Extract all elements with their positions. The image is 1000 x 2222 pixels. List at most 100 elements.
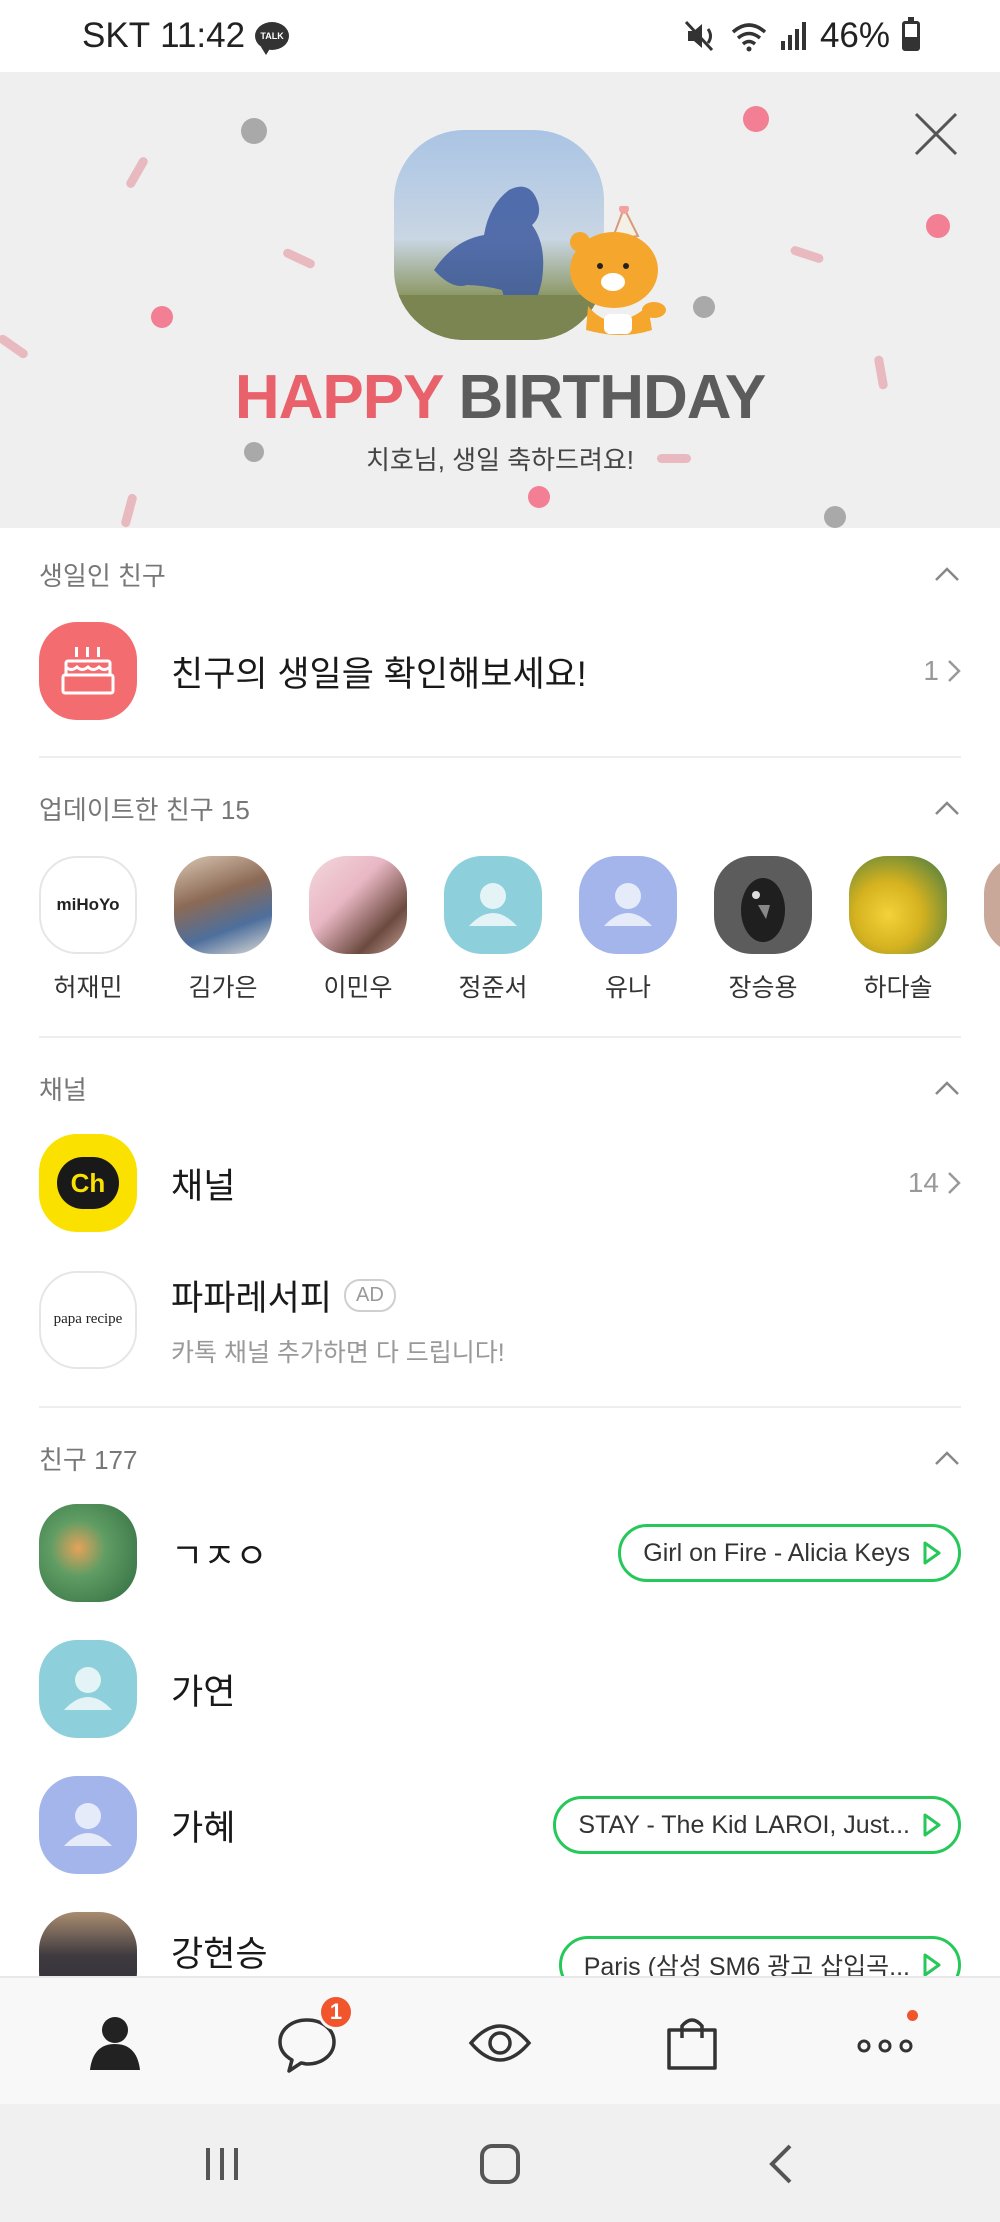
tab-view[interactable] [465, 2008, 535, 2078]
birthday-count: 1 [923, 655, 961, 687]
ad-channel-row[interactable]: papa recipe 파파레서피 AD 카톡 채널 추가하면 다 드립니다! [39, 1270, 961, 1369]
chevron-right-icon [948, 1172, 961, 1194]
title-birthday: BIRTHDAY [458, 363, 767, 432]
back-icon[interactable] [760, 2142, 804, 2186]
play-icon [923, 1813, 941, 1837]
updated-friend-item[interactable]: 정준서 [444, 856, 542, 1004]
friend-name: 가연 [171, 1672, 236, 1712]
tab-chats[interactable]: 1 [272, 1994, 354, 2078]
tab-friends[interactable] [80, 2008, 150, 2078]
chevron-up-icon[interactable] [933, 1449, 961, 1467]
friend-avatar [849, 856, 947, 954]
talk-label: TALK [260, 31, 284, 41]
confetti-stripe [124, 155, 150, 190]
friend-name: 정준서 [458, 974, 528, 1002]
birthday-cake-avatar [39, 622, 137, 720]
section-divider [39, 1406, 961, 1408]
birthday-subtitle: 치호님, 생일 축하드려요! [365, 445, 635, 475]
updated-friend-item[interactable]: 장승용 [714, 856, 812, 1004]
close-icon[interactable] [906, 104, 966, 164]
updated-friends-strip[interactable]: miHoYo 허재민 김가은 이민우 정준서 유나 장승용 하다솔 [39, 856, 1000, 1006]
status-left: SKT 11:42 TALK [82, 16, 290, 56]
status-right: 46% [684, 16, 920, 56]
friend-avatar [309, 856, 407, 954]
confetti-stripe [789, 244, 825, 265]
friend-row[interactable]: ㄱㅈㅇ Girl on Fire - Alicia Keys [39, 1504, 961, 1602]
friend-name: 김가은 [188, 974, 258, 1002]
friend-row[interactable]: 가연 [39, 1640, 961, 1738]
friend-avatar [174, 856, 272, 954]
clock-text: 11:42 [160, 16, 246, 55]
music-title: STAY - The Kid LAROI, Just... [578, 1810, 910, 1839]
ad-channel-name: 파파레서피 [171, 1279, 333, 1318]
confetti-dot [824, 506, 846, 528]
friend-name: 허재민 [53, 974, 123, 1002]
tab-shopping[interactable] [657, 2008, 727, 2078]
system-navigation-bar [0, 2104, 1000, 2222]
confetti-dot [151, 306, 173, 328]
signal-icon [780, 22, 806, 50]
play-icon [923, 1953, 941, 1977]
battery-level-fill [905, 36, 917, 48]
friend-name: 장승용 [728, 974, 798, 1002]
chevron-up-icon[interactable] [933, 799, 961, 817]
friend-avatar [714, 856, 812, 954]
updated-friend-item[interactable]: 하다솔 [849, 856, 947, 1004]
default-avatar-icon [444, 856, 542, 954]
friend-name: 가혜 [171, 1808, 236, 1848]
home-icon[interactable] [478, 2142, 522, 2186]
channel-section-header[interactable]: 채널 [39, 1068, 961, 1108]
chevron-up-icon[interactable] [933, 1079, 961, 1097]
friend-row[interactable]: 가혜 STAY - The Kid LAROI, Just... [39, 1776, 961, 1874]
channel-count: 14 [908, 1167, 961, 1199]
ad-badge: AD [344, 1279, 396, 1312]
birthday-count-value: 1 [923, 655, 939, 686]
birthday-row[interactable]: 친구의 생일을 확인해보세요! 1 [39, 622, 961, 720]
profile-music-button[interactable]: STAY - The Kid LAROI, Just... [553, 1796, 961, 1854]
updated-friend-item[interactable]: 유나 [579, 856, 677, 1004]
confetti-dot [693, 296, 715, 318]
updated-friend-item[interactable] [984, 856, 1000, 954]
tab-more[interactable] [850, 2008, 920, 2078]
mihoyo-logo-text: miHoYo [56, 895, 120, 914]
section-divider [39, 1036, 961, 1038]
shopping-bag-icon [667, 2018, 717, 2070]
section-title: 친구 177 [39, 1444, 138, 1475]
confetti-stripe [0, 333, 30, 360]
birthday-banner[interactable]: HAPPY BIRTHDAY 치호님, 생일 축하드려요! [0, 72, 1000, 528]
unread-badge: 1 [318, 1994, 354, 2030]
channel-logo-icon: Ch [57, 1157, 119, 1209]
play-icon [923, 1541, 941, 1565]
channel-avatar: Ch [39, 1134, 137, 1232]
happy-birthday-title: HAPPY BIRTHDAY [0, 362, 1000, 433]
friend-name: 유나 [604, 974, 651, 1002]
battery-icon [902, 17, 920, 51]
cake-icon [61, 647, 115, 695]
updated-section-header[interactable]: 업데이트한 친구 15 [39, 788, 961, 828]
confetti-stripe [120, 492, 138, 528]
ryan-character-icon [570, 206, 666, 335]
channel-count-value: 14 [907, 1167, 939, 1198]
section-title: 업데이트한 친구 15 [39, 794, 250, 825]
birthday-section-header[interactable]: 생일인 친구 [39, 554, 961, 594]
music-title: Girl on Fire - Alicia Keys [643, 1538, 910, 1567]
updated-friend-item[interactable]: 김가은 [174, 856, 272, 1004]
section-title: 채널 [39, 1074, 87, 1105]
birthday-row-label: 친구의 생일을 확인해보세요! [171, 654, 587, 694]
confetti-dot [528, 486, 550, 508]
updated-friend-item[interactable]: miHoYo 허재민 [39, 856, 137, 1004]
recent-apps-icon[interactable] [200, 2142, 244, 2186]
chevron-right-icon [948, 660, 961, 682]
papa-recipe-logo-text: papa recipe [53, 1311, 123, 1327]
channel-logo-text: Ch [70, 1167, 106, 1198]
section-divider [39, 756, 961, 758]
updated-friend-item[interactable]: 이민우 [309, 856, 407, 1004]
profile-music-button[interactable]: Girl on Fire - Alicia Keys [618, 1524, 961, 1582]
ad-title-line: 파파레서피 AD [171, 1270, 505, 1321]
chevron-up-icon[interactable] [933, 565, 961, 583]
friend-name: 이민우 [323, 974, 393, 1002]
channel-row[interactable]: Ch 채널 14 [39, 1134, 961, 1232]
friends-section-header[interactable]: 친구 177 [39, 1438, 961, 1478]
channel-label: 채널 [171, 1166, 236, 1206]
default-avatar-icon [39, 1640, 137, 1738]
